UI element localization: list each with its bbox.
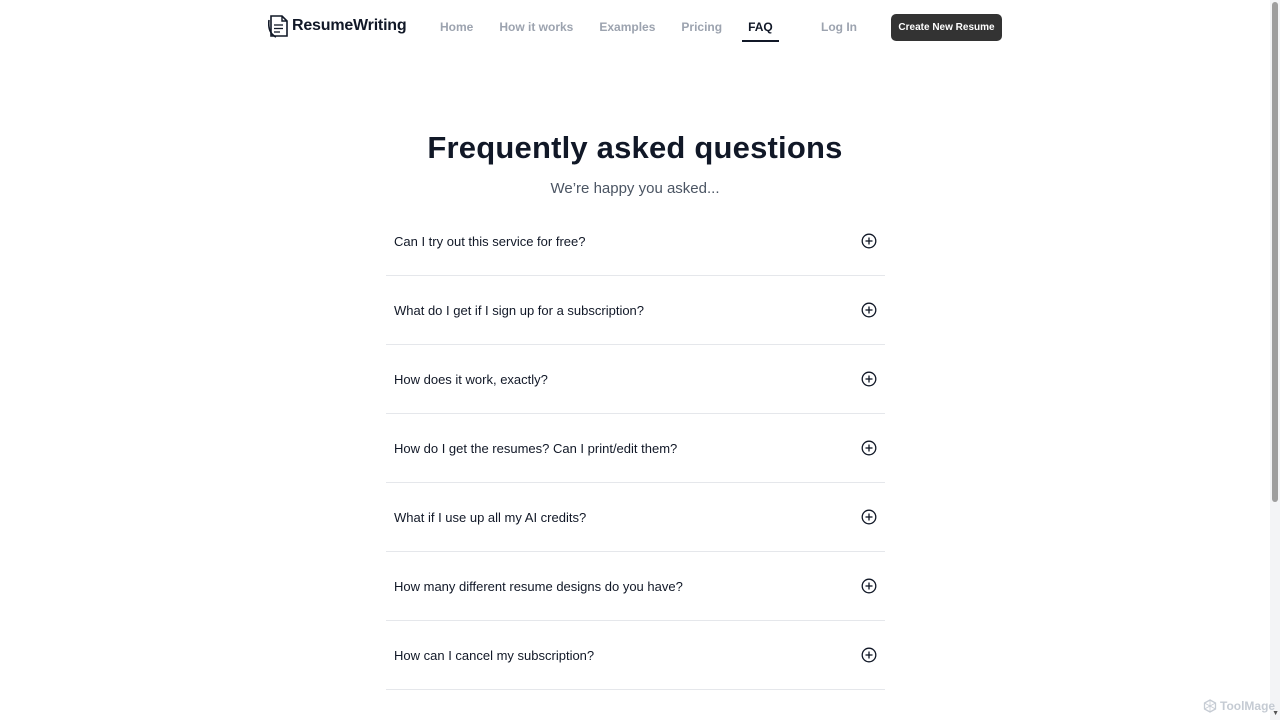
faq-item[interactable]: Can I try out this service for free?: [386, 207, 885, 276]
plus-circle-icon[interactable]: [861, 440, 877, 456]
brand-logo[interactable]: ResumeWriting: [268, 14, 407, 38]
plus-circle-icon[interactable]: [861, 371, 877, 387]
faq-item[interactable]: What if I use up all my AI credits?: [386, 483, 885, 552]
faq-item[interactable]: How many different resume designs do you…: [386, 552, 885, 621]
plus-circle-icon[interactable]: [861, 647, 877, 663]
nav-item-pricing[interactable]: Pricing: [671, 0, 732, 54]
plus-circle-icon[interactable]: [861, 509, 877, 525]
resume-logo-icon: [268, 15, 288, 38]
faq-question: What if I use up all my AI credits?: [394, 509, 587, 525]
page-title: Frequently asked questions: [427, 130, 843, 165]
watermark-text: ToolMage: [1220, 699, 1276, 713]
page-scrollbar[interactable]: ▼: [1270, 0, 1280, 720]
watermark: ToolMage: [1203, 699, 1275, 713]
plus-circle-icon[interactable]: [861, 302, 877, 318]
page-subtitle: We’re happy you asked...: [550, 180, 720, 197]
faq-item[interactable]: How can I cancel my subscription?: [386, 621, 885, 690]
faq-item[interactable]: How does it work, exactly?: [386, 345, 885, 414]
scrollbar-thumb[interactable]: [1272, 2, 1278, 502]
faq-question: How does it work, exactly?: [394, 371, 548, 387]
main-nav: Home How it works Examples Pricing FAQ: [430, 0, 789, 54]
login-link[interactable]: Log In: [821, 20, 857, 34]
faq-page: ResumeWriting Home How it works Examples…: [0, 0, 1280, 720]
site-header: ResumeWriting Home How it works Examples…: [0, 0, 1270, 54]
nav-item-how-it-works[interactable]: How it works: [489, 0, 583, 54]
faq-item[interactable]: How do I get the resumes? Can I print/ed…: [386, 414, 885, 483]
faq-question: What do I get if I sign up for a subscri…: [394, 302, 645, 318]
faq-item[interactable]: What do I get if I sign up for a subscri…: [386, 276, 885, 345]
plus-circle-icon[interactable]: [861, 578, 877, 594]
nav-item-home[interactable]: Home: [430, 0, 483, 54]
plus-circle-icon[interactable]: [861, 233, 877, 249]
nav-item-examples[interactable]: Examples: [589, 0, 665, 54]
toolmage-logo-icon: [1203, 699, 1217, 713]
faq-question: How can I cancel my subscription?: [394, 647, 595, 663]
create-new-resume-button[interactable]: Create New Resume: [891, 14, 1002, 41]
nav-item-faq[interactable]: FAQ: [738, 0, 783, 54]
faq-question: Can I try out this service for free?: [394, 233, 586, 249]
faq-list: Can I try out this service for free? Wha…: [386, 207, 885, 690]
faq-question: How many different resume designs do you…: [394, 578, 683, 594]
faq-question: How do I get the resumes? Can I print/ed…: [394, 440, 678, 456]
brand-name: ResumeWriting: [292, 17, 407, 34]
